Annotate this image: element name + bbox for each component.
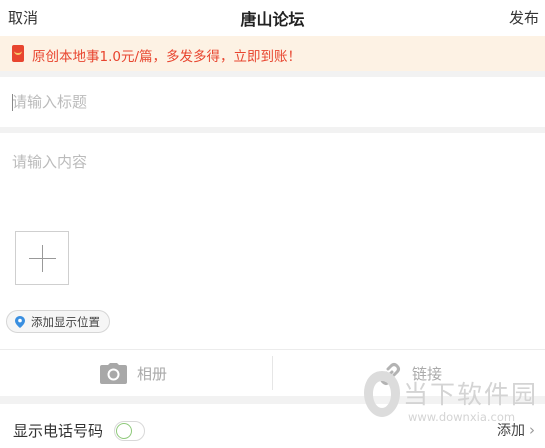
album-button[interactable]: 相册 — [100, 350, 167, 397]
attachment-toolbar: 相册 链接 — [0, 349, 545, 397]
promo-text: 原创本地事1.0元/篇，多发多得，立即到账！ — [32, 49, 302, 65]
chevron-right-icon: › — [529, 421, 535, 439]
publish-button[interactable]: 发布 — [509, 7, 539, 28]
toggle-knob — [116, 423, 132, 439]
camera-icon — [100, 363, 127, 384]
album-label: 相册 — [137, 365, 168, 383]
text-cursor — [12, 94, 13, 111]
section-divider — [0, 396, 545, 404]
link-icon — [380, 362, 400, 385]
red-envelope-icon — [12, 45, 24, 62]
content-input[interactable] — [0, 133, 545, 223]
add-image-button[interactable] — [15, 231, 69, 285]
location-pin-icon — [15, 315, 25, 328]
add-phone-button[interactable]: 添加 — [497, 420, 525, 440]
link-label: 链接 — [412, 365, 443, 383]
add-location-label: 添加显示位置 — [31, 314, 100, 329]
show-phone-row: 显示电话号码 添加 › — [0, 404, 545, 448]
promo-banner: 原创本地事1.0元/篇，多发多得，立即到账！ — [0, 36, 545, 71]
show-phone-toggle[interactable] — [114, 421, 145, 441]
link-button[interactable]: 链接 — [378, 350, 442, 397]
page-title: 唐山论坛 — [240, 10, 305, 29]
title-input[interactable] — [0, 77, 545, 127]
toolbar-divider — [272, 356, 273, 390]
top-bar: 取消 唐山论坛 发布 — [0, 0, 545, 34]
add-location-button[interactable]: 添加显示位置 — [6, 310, 110, 333]
show-phone-label: 显示电话号码 — [13, 422, 104, 440]
